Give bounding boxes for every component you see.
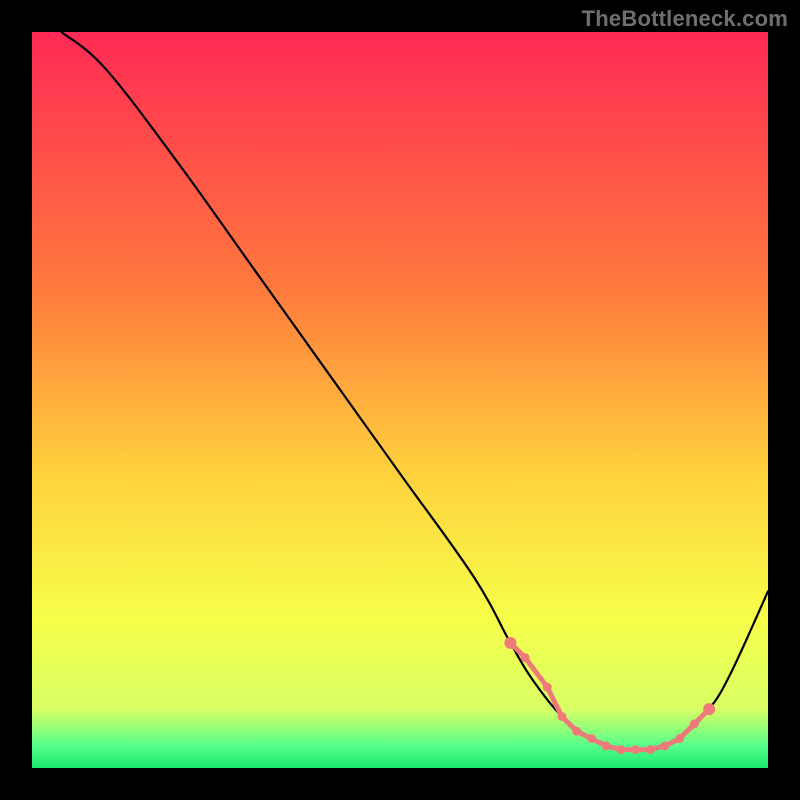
marker-dot [602,741,611,750]
marker-dot [631,745,640,754]
marker-dot [675,734,684,743]
marker-dot [660,741,669,750]
chart-svg [32,32,768,768]
marker-dot [690,719,699,728]
marker-dot [646,745,655,754]
marker-dot [543,683,552,692]
gradient-background [32,32,768,768]
marker-dot [557,712,566,721]
marker-dot [616,745,625,754]
marker-dot [572,727,581,736]
marker-dot [504,637,516,649]
watermark-text: TheBottleneck.com [582,6,788,32]
marker-dot [587,734,596,743]
chart-frame: TheBottleneck.com [0,0,800,800]
marker-dot [521,653,530,662]
marker-dot [703,703,715,715]
plot-area [32,32,768,768]
